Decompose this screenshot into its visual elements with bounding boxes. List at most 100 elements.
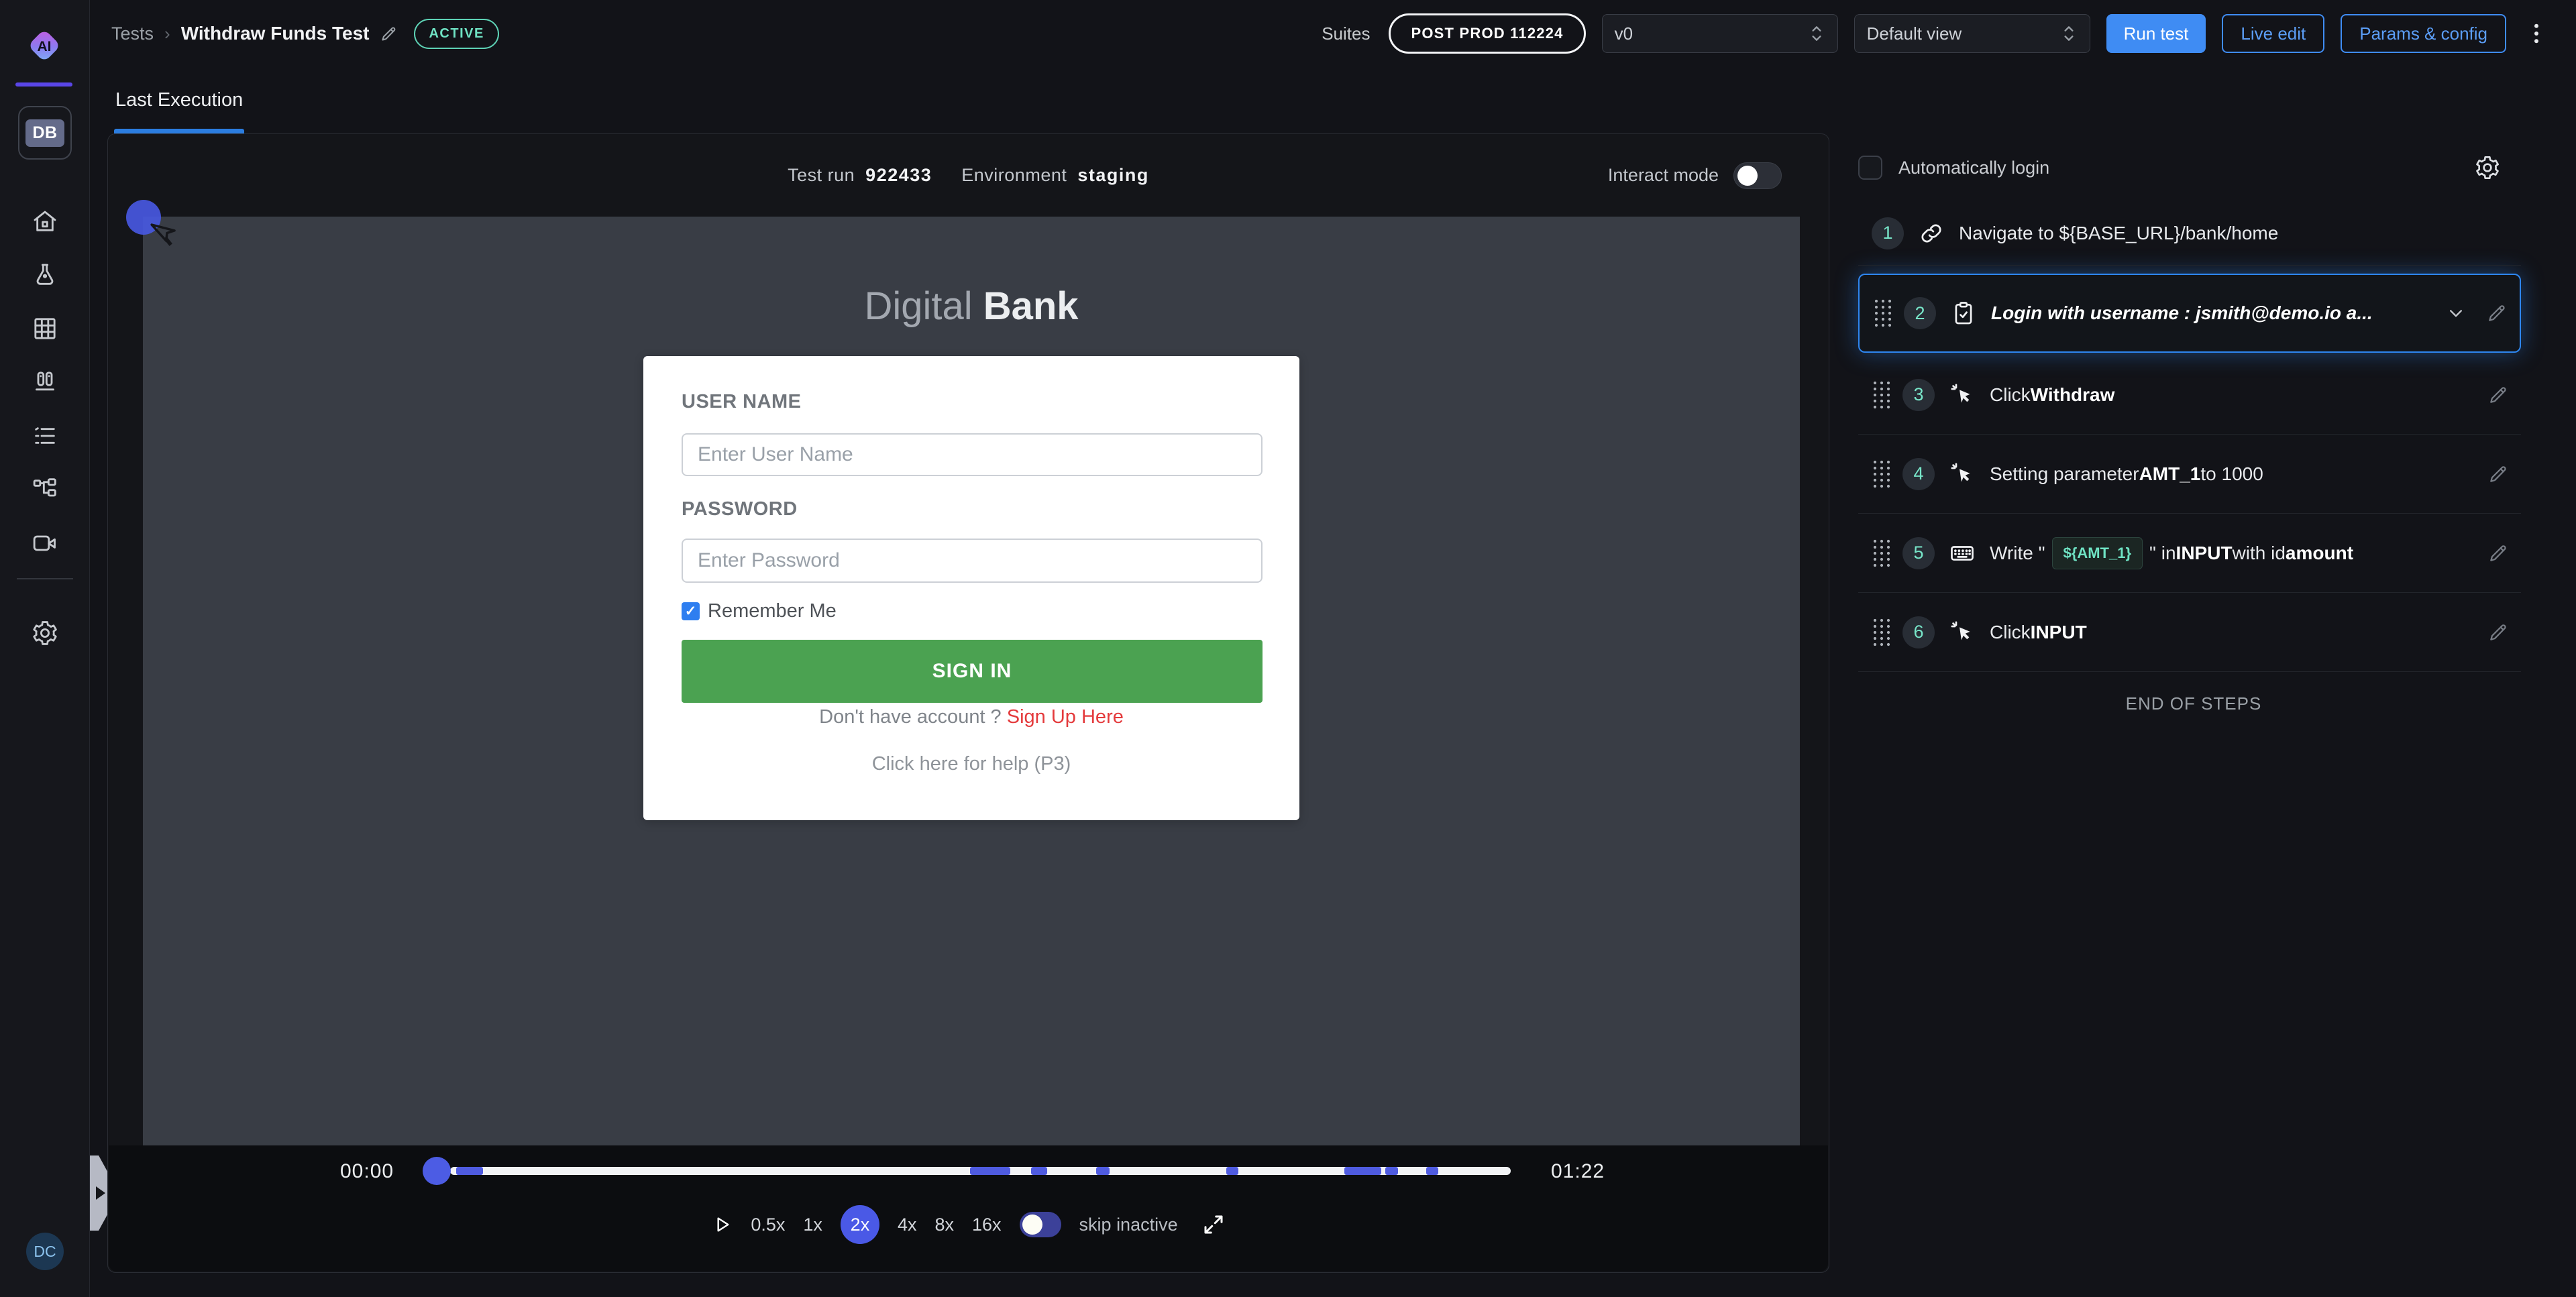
- keyboard-icon: [1949, 541, 1975, 566]
- workspace-switcher[interactable]: DB: [18, 106, 72, 160]
- speed-options: 0.5x 1x 2x 4x 8x 16x: [751, 1205, 1001, 1244]
- edit-step-icon[interactable]: [2487, 463, 2509, 485]
- speed-2x-button[interactable]: 2x: [841, 1205, 879, 1244]
- end-of-steps-label: END OF STEPS: [1858, 693, 2529, 714]
- bank-title-light: Digital: [864, 284, 972, 328]
- sidebar-item-flows[interactable]: [0, 463, 90, 516]
- edit-step-icon[interactable]: [2486, 302, 2508, 324]
- sign-in-button[interactable]: SIGN IN: [682, 640, 1263, 703]
- sidebar-item-runs[interactable]: [0, 409, 90, 463]
- step-row-2[interactable]: 2Login with username : jsmith@demo.io a.…: [1860, 275, 2520, 351]
- drag-handle-icon[interactable]: [1872, 380, 1892, 410]
- speed-16x-button[interactable]: 16x: [972, 1215, 1002, 1235]
- sidebar-accent-divider: [15, 82, 72, 87]
- timeline-track[interactable]: [450, 1167, 1511, 1175]
- sidebar-item-settings[interactable]: [0, 606, 90, 660]
- edit-step-icon[interactable]: [2487, 622, 2509, 643]
- step-number-badge: 6: [1902, 616, 1935, 648]
- live-edit-button[interactable]: Live edit: [2222, 14, 2324, 53]
- steps-settings-gear-icon[interactable]: [2474, 154, 2501, 181]
- activity-segment: [456, 1167, 483, 1175]
- interact-mode-label: Interact mode: [1608, 165, 1719, 186]
- step-text: Click INPUT: [1990, 622, 2487, 643]
- chevron-down-icon[interactable]: [2445, 302, 2467, 325]
- tab-last-execution[interactable]: Last Execution: [114, 67, 244, 133]
- execution-panel: Test run 922433 Environment staging Inte…: [107, 133, 1829, 1273]
- speed-0.5x-button[interactable]: 0.5x: [751, 1215, 785, 1235]
- timeline-scrubber[interactable]: [423, 1157, 451, 1185]
- sidebar-item-table[interactable]: [0, 302, 90, 355]
- run-test-button[interactable]: Run test: [2106, 14, 2206, 53]
- kebab-menu-icon[interactable]: [2526, 20, 2546, 47]
- view-select-value: Default view: [1867, 23, 1962, 44]
- fullscreen-icon[interactable]: [1201, 1213, 1226, 1237]
- step-row-3[interactable]: 3Click Withdraw: [1858, 355, 2521, 435]
- step-number-badge: 5: [1902, 537, 1935, 569]
- step-row-6[interactable]: 6 Click INPUT: [1858, 593, 2521, 672]
- drag-handle-icon[interactable]: [1873, 298, 1893, 329]
- skip-inactive-label: skip inactive: [1079, 1215, 1178, 1235]
- sidebar-item-recordings[interactable]: [0, 516, 90, 570]
- clipboard-icon: [1951, 300, 1976, 326]
- view-select[interactable]: Default view: [1854, 14, 2090, 53]
- sidebar-item-tests[interactable]: [0, 248, 90, 302]
- edit-title-icon[interactable]: [380, 25, 398, 43]
- drag-handle-icon[interactable]: [1872, 538, 1892, 569]
- activity-segment: [1226, 1167, 1238, 1175]
- status-badge: ACTIVE: [414, 19, 498, 49]
- selected-step[interactable]: 2Login with username : jsmith@demo.io a.…: [1858, 274, 2521, 353]
- activity-segment: [970, 1167, 1010, 1175]
- username-input[interactable]: [682, 433, 1263, 476]
- grid-icon: [32, 315, 58, 342]
- breadcrumb-tests[interactable]: Tests: [111, 23, 154, 44]
- help-link[interactable]: Click here for help (P3): [643, 753, 1299, 775]
- duration-time: 01:22: [1551, 1160, 1605, 1183]
- sidebar-item-suites[interactable]: [0, 355, 90, 409]
- auto-login-row: Automatically login: [1858, 150, 2529, 185]
- no-account-text: Don't have account ?: [819, 706, 1002, 728]
- replay-screenshot: Digital Bank USER NAME PASSWORD ✓ Rememb…: [143, 217, 1800, 1147]
- skip-inactive-toggle[interactable]: [1020, 1212, 1061, 1237]
- video-icon: [32, 530, 58, 557]
- steps-panel: Automatically login 1Navigate to ${BASE_…: [1858, 131, 2529, 714]
- interact-mode-toggle[interactable]: [1733, 162, 1782, 189]
- sign-up-link[interactable]: Sign Up Here: [1007, 706, 1124, 728]
- user-avatar[interactable]: DC: [26, 1233, 64, 1270]
- replay-cursor-icon: [147, 218, 182, 253]
- play-icon[interactable]: [711, 1214, 733, 1235]
- drag-handle-icon[interactable]: [1872, 459, 1892, 490]
- edit-step-icon[interactable]: [2487, 543, 2509, 564]
- auto-login-checkbox[interactable]: [1858, 156, 1882, 180]
- step-number-badge: 1: [1872, 217, 1904, 249]
- steps-list: 1Navigate to ${BASE_URL}/bank/home 2Login…: [1858, 201, 2521, 672]
- step-row-4[interactable]: 4 Setting parameter AMT_1 to 1000: [1858, 435, 2521, 514]
- password-input[interactable]: [682, 539, 1263, 583]
- topbar: Tests › Withdraw Funds Test ACTIVE Suite…: [90, 0, 2576, 67]
- workspace-badge: DB: [25, 119, 64, 147]
- step-row-1[interactable]: 1Navigate to ${BASE_URL}/bank/home: [1858, 201, 2521, 266]
- version-select[interactable]: v0: [1602, 14, 1838, 53]
- interact-mode: Interact mode: [1608, 134, 1782, 217]
- speed-1x-button[interactable]: 1x: [803, 1215, 822, 1235]
- breadcrumb: Tests › Withdraw Funds Test ACTIVE: [111, 19, 499, 49]
- step-text: Login with username : jsmith@demo.io a..…: [1991, 302, 2445, 324]
- username-label: USER NAME: [682, 391, 802, 413]
- drag-handle-icon[interactable]: [1872, 617, 1892, 648]
- step-text: Setting parameter AMT_1 to 1000: [1990, 463, 2487, 485]
- edit-step-icon[interactable]: [2487, 384, 2509, 406]
- login-card: USER NAME PASSWORD ✓ Remember Me SIGN IN…: [643, 356, 1299, 820]
- sidebar-expand-handle[interactable]: [90, 1155, 109, 1231]
- breadcrumb-separator: ›: [164, 23, 170, 44]
- speed-4x-button[interactable]: 4x: [898, 1215, 917, 1235]
- cursor-icon: [1949, 620, 1975, 645]
- speed-8x-button[interactable]: 8x: [934, 1215, 954, 1235]
- suite-pill[interactable]: POST PROD 112224: [1389, 13, 1585, 54]
- step-number-badge: 4: [1902, 458, 1935, 490]
- app-logo-icon[interactable]: AI: [25, 27, 63, 64]
- step-number-badge: 3: [1902, 379, 1935, 411]
- params-config-button[interactable]: Params & config: [2341, 14, 2506, 53]
- test-run-label: Test run: [788, 165, 855, 186]
- remember-me-checkbox[interactable]: ✓: [682, 602, 700, 620]
- sidebar-item-home[interactable]: [0, 194, 90, 248]
- step-row-5[interactable]: 5Write " ${AMT_1} " in INPUT with id amo…: [1858, 514, 2521, 593]
